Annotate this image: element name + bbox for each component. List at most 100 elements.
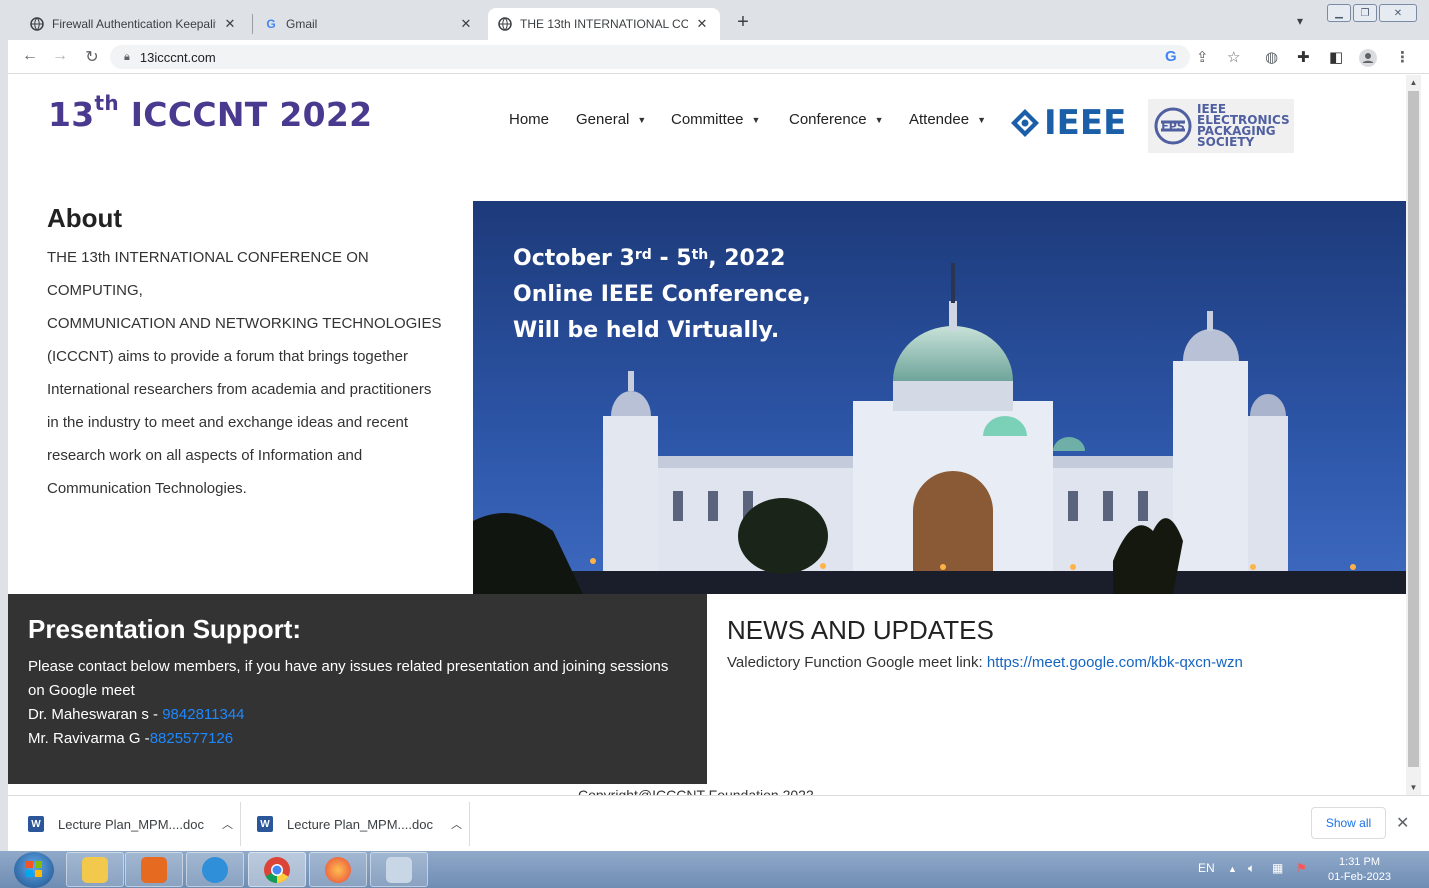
address-bar[interactable]: 🔒︎ 13icccnt.com [110, 45, 1190, 69]
about-heading: About [47, 203, 123, 233]
scroll-down-icon[interactable]: ▼ [1406, 783, 1421, 792]
google-translate-icon[interactable]: G [1165, 48, 1177, 65]
extensions-puzzle-icon[interactable]: ✚ [1297, 48, 1310, 66]
forward-icon[interactable]: → [50, 47, 70, 65]
eps-logo-text: IEEE ELECTRONICS PACKAGING SOCIETY [1197, 102, 1290, 149]
news-section: NEWS AND UPDATES Valedictory Function Go… [727, 615, 1243, 671]
minimize-icon[interactable]: ▁ [1327, 4, 1351, 22]
chevron-up-icon[interactable]: ︿ [222, 816, 233, 832]
tab-title: Firewall Authentication Keepalive [52, 17, 216, 31]
chevron-up-icon[interactable]: ︿ [451, 816, 462, 832]
google-icon: G [266, 17, 276, 31]
close-icon[interactable]: ✕ [1396, 813, 1409, 833]
phone-link[interactable]: 9842811344 [162, 706, 244, 723]
news-heading: NEWS AND UPDATES [727, 615, 994, 645]
new-tab-button[interactable]: + [733, 11, 753, 34]
calculator-taskbar-button[interactable] [370, 852, 428, 887]
volume-icon[interactable]: 🔈︎ [1248, 861, 1255, 876]
window-border-left [0, 40, 8, 851]
taskbar-clock[interactable]: 1:31 PM 01-Feb-2023 [1328, 855, 1391, 885]
nav-home[interactable]: Home [509, 111, 549, 128]
page-scrollbar[interactable]: ▲ ▼ [1406, 75, 1421, 795]
scroll-up-icon[interactable]: ▲ [1406, 78, 1421, 87]
firefox-taskbar-button[interactable] [309, 852, 367, 887]
tab-search-chevron-icon[interactable]: ▾ [1297, 14, 1303, 28]
back-icon[interactable]: ← [20, 47, 40, 65]
close-icon[interactable]: ✕ [458, 16, 474, 32]
chrome-icon [264, 856, 290, 883]
meet-link[interactable]: https://meet.google.com/kbk-qxcn-wzn [987, 654, 1243, 671]
download-divider [240, 802, 241, 846]
word-doc-icon: W [28, 816, 44, 832]
action-center-flag-icon[interactable]: ⚑ [1296, 861, 1307, 875]
calculator-icon [386, 856, 412, 883]
hero-line-2: Online IEEE Conference, [513, 282, 811, 307]
profile-avatar-icon[interactable] [1358, 48, 1378, 72]
about-line: research work on all aspects of Informat… [47, 447, 363, 464]
show-all-button[interactable]: Show all [1311, 807, 1386, 839]
eps-emblem-icon: EPS [1154, 107, 1192, 145]
ieee-diamond-icon [1011, 109, 1039, 137]
internet-explorer-icon [202, 856, 228, 883]
tab-title: Gmail [286, 17, 318, 31]
url-text: 13icccnt.com [139, 49, 216, 65]
eps-logo[interactable]: EPS IEEE ELECTRONICS PACKAGING SOCIETY [1148, 99, 1294, 153]
phone-link[interactable]: 8825577126 [150, 730, 233, 747]
support-heading: Presentation Support: [28, 614, 302, 644]
media-player-taskbar-button[interactable] [125, 852, 183, 887]
nav-attendee[interactable]: Attendee ▼ [909, 111, 986, 128]
nav-conference[interactable]: Conference ▼ [789, 111, 883, 128]
tab-gmail[interactable]: G Gmail ✕ [254, 8, 484, 40]
contact-row: Dr. Maheswaran s - 9842811344 [28, 706, 245, 723]
tab-firewall[interactable]: Firewall Authentication Keepalive ✕ [20, 8, 248, 40]
tab-title: THE 13th INTERNATIONAL CONF [520, 17, 688, 31]
nav-general[interactable]: General ▼ [576, 111, 646, 128]
scrollbar-thumb[interactable] [1408, 91, 1419, 767]
footer-copyright: Copyright@ICCCNT Foundation 2022 [578, 787, 814, 795]
close-window-icon[interactable]: ✕ [1379, 4, 1417, 22]
lock-icon: 🔒︎ [124, 50, 130, 63]
clock-time: 1:31 PM [1339, 856, 1380, 868]
tab-icccnt[interactable]: THE 13th INTERNATIONAL CONF ✕ [488, 8, 720, 40]
language-indicator[interactable]: EN [1198, 861, 1215, 875]
internet-explorer-taskbar-button[interactable] [186, 852, 244, 887]
file-explorer-taskbar-button[interactable] [66, 852, 124, 887]
show-hidden-icons-icon[interactable]: ▲ [1228, 864, 1237, 874]
about-line: (ICCCNT) aims to provide a forum that br… [47, 348, 408, 365]
firefox-icon [325, 856, 351, 883]
download-item[interactable]: W Lecture Plan_MPM....doc ︿ [28, 796, 233, 852]
download-item[interactable]: W Lecture Plan_MPM....doc ︿ [257, 796, 462, 852]
ieee-logo[interactable]: IEEE [1010, 103, 1126, 143]
extension-globe-icon[interactable]: ◍ [1265, 48, 1278, 66]
close-icon[interactable]: ✕ [222, 16, 238, 32]
nav-committee[interactable]: Committee ▼ [671, 111, 760, 128]
hero-banner: October 3rd - 5th, 2022 Online IEEE Conf… [473, 201, 1406, 594]
restore-icon[interactable]: ❐ [1353, 4, 1377, 22]
screen: { "browser": { "tabs": [ {"title": "Fire… [0, 0, 1429, 888]
menu-kebab-icon[interactable]: ⋮ [1395, 48, 1410, 66]
media-player-icon [141, 856, 167, 883]
site-logo[interactable]: 13th ICCCNT 2022 [48, 91, 372, 134]
reload-icon[interactable]: ↻ [82, 47, 102, 67]
close-icon[interactable]: ✕ [694, 16, 710, 32]
about-line: Communication Technologies. [47, 480, 247, 497]
start-button[interactable] [14, 852, 54, 888]
share-icon[interactable]: ⇪ [1196, 48, 1209, 66]
side-panel-icon[interactable]: ◧ [1329, 48, 1343, 66]
caret-down-icon: ▼ [977, 114, 986, 125]
news-item: Valedictory Function Google meet link: h… [727, 654, 1243, 671]
hero-date: October 3rd - 5th, 2022 [513, 246, 786, 271]
network-icon[interactable]: ▦ [1272, 861, 1283, 875]
word-doc-icon: W [257, 816, 273, 832]
browser-toolbar: ← → ↻ 🔒︎ 13icccnt.com G ⇪ ☆ ◍ ✚ ◧ ⋮ [0, 40, 1429, 74]
hero-line-3: Will be held Virtually. [513, 318, 780, 343]
hero-caption: October 3rd - 5th, 2022 Online IEEE Conf… [513, 241, 811, 349]
about-paragraph: THE 13th INTERNATIONAL CONFERENCE ON COM… [47, 241, 467, 505]
web-page: 13th ICCCNT 2022 Home General ▼ Committee… [8, 75, 1406, 795]
windows-taskbar: EN ▲ 🔈︎ ▦ ⚑ 1:31 PM 01-Feb-2023 [0, 851, 1429, 888]
downloads-bar: W Lecture Plan_MPM....doc ︿ W Lecture Pl… [0, 795, 1429, 851]
chrome-taskbar-button[interactable] [248, 852, 306, 887]
window-controls: ▁ ❐ ✕ [1325, 4, 1417, 24]
tab-strip: Firewall Authentication Keepalive ✕ G Gm… [0, 0, 1429, 40]
bookmark-star-icon[interactable]: ☆ [1227, 48, 1240, 66]
